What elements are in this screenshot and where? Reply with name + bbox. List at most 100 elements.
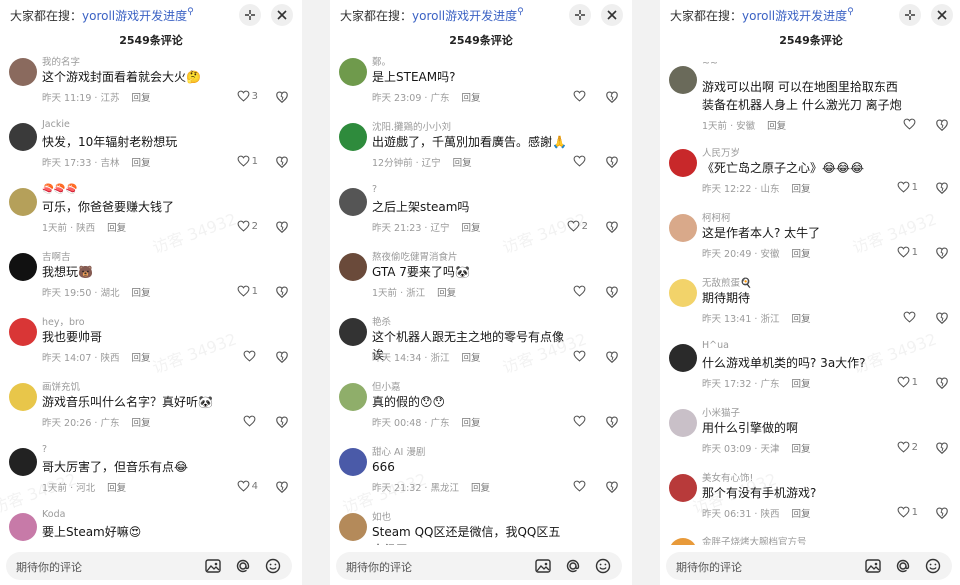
comment-username[interactable]: 无敌煎蛋🍳 [702, 275, 752, 289]
image-button[interactable] [864, 557, 882, 575]
search-query-link[interactable]: yoroll游戏开发进度 [82, 9, 187, 23]
close-button[interactable] [931, 4, 953, 26]
avatar[interactable] [9, 448, 37, 476]
comment-username[interactable]: 甜心 AI 漫剧 [372, 444, 425, 458]
search-suggestion[interactable]: 大家都在搜：yoroll游戏开发进度⚲ [340, 7, 524, 24]
dislike-button[interactable] [275, 219, 289, 234]
dislike-button[interactable] [275, 89, 289, 104]
dislike-button[interactable] [605, 284, 619, 299]
like-button[interactable] [573, 479, 588, 493]
comment-username[interactable]: 熬夜偷吃健胃消食片 [372, 249, 458, 263]
like-button[interactable] [903, 117, 918, 131]
comment-username[interactable]: 小米猫子 [702, 405, 740, 419]
like-button[interactable]: 4 [237, 479, 258, 493]
dislike-button[interactable] [605, 154, 619, 169]
reply-button[interactable]: 回复 [791, 314, 810, 325]
like-button[interactable] [243, 349, 258, 363]
reply-button[interactable]: 回复 [461, 93, 480, 104]
avatar[interactable] [9, 58, 37, 86]
avatar[interactable] [339, 253, 367, 281]
avatar[interactable] [9, 318, 37, 346]
comment-username[interactable]: 人民万岁 [702, 145, 740, 159]
reply-button[interactable]: 回复 [107, 483, 126, 494]
dislike-button[interactable] [935, 505, 949, 520]
emoji-button[interactable] [924, 557, 942, 575]
reply-button[interactable]: 回复 [767, 121, 786, 132]
like-button[interactable]: 1 [897, 180, 918, 194]
reply-button[interactable]: 回复 [471, 483, 490, 494]
close-button[interactable] [601, 4, 623, 26]
reply-button[interactable]: 回复 [461, 418, 480, 429]
dislike-button[interactable] [935, 180, 949, 195]
avatar[interactable] [669, 344, 697, 372]
reply-button[interactable]: 回复 [131, 353, 150, 364]
dislike-button[interactable] [275, 154, 289, 169]
comment-username[interactable]: H^ua [702, 340, 729, 351]
image-button[interactable] [204, 557, 222, 575]
dislike-button[interactable] [275, 479, 289, 494]
reply-button[interactable]: 回复 [437, 288, 456, 299]
avatar[interactable] [669, 409, 697, 437]
emoji-button[interactable] [594, 557, 612, 575]
search-suggestion[interactable]: 大家都在搜：yoroll游戏开发进度⚲ [670, 7, 854, 24]
reply-button[interactable]: 回复 [791, 444, 810, 455]
comment-username[interactable]: ~~ [702, 58, 718, 69]
image-button[interactable] [534, 557, 552, 575]
like-button[interactable]: 3 [237, 89, 258, 103]
comment-username[interactable]: 鄭。 [372, 54, 391, 68]
mention-button[interactable] [564, 557, 582, 575]
reply-button[interactable]: 回复 [131, 288, 150, 299]
dislike-button[interactable] [605, 349, 619, 364]
close-button[interactable] [271, 4, 293, 26]
search-suggestion-bar[interactable]: 大家都在搜：yoroll游戏开发进度⚲ [0, 0, 302, 30]
search-suggestion-bar[interactable]: 大家都在搜：yoroll游戏开发进度⚲ [660, 0, 960, 30]
avatar[interactable] [339, 188, 367, 216]
search-suggestion-bar[interactable]: 大家都在搜：yoroll游戏开发进度⚲ [330, 0, 632, 30]
mention-button[interactable] [234, 557, 252, 575]
comment-username[interactable]: 沈阳.攤鶏的小小刘 [372, 119, 451, 133]
dislike-button[interactable] [935, 310, 949, 325]
avatar[interactable] [339, 318, 367, 346]
avatar[interactable] [669, 66, 697, 94]
avatar[interactable] [669, 149, 697, 177]
reply-button[interactable]: 回复 [461, 353, 480, 364]
like-button[interactable]: 2 [897, 440, 918, 454]
dislike-button[interactable] [605, 479, 619, 494]
avatar[interactable] [339, 58, 367, 86]
comment-username[interactable]: Jackie [42, 119, 70, 130]
comment-username[interactable]: 我的名字 [42, 54, 80, 68]
dislike-button[interactable] [935, 375, 949, 390]
dislike-button[interactable] [935, 440, 949, 455]
avatar[interactable] [339, 383, 367, 411]
like-button[interactable]: 2 [237, 219, 258, 233]
avatar[interactable] [9, 383, 37, 411]
like-button[interactable]: 1 [237, 154, 258, 168]
reply-button[interactable]: 回复 [791, 379, 810, 390]
search-query-link[interactable]: yoroll游戏开发进度 [412, 9, 517, 23]
reply-button[interactable]: 回复 [131, 93, 150, 104]
reply-button[interactable]: 回复 [107, 223, 126, 234]
emoji-button[interactable] [264, 557, 282, 575]
avatar[interactable] [9, 123, 37, 151]
like-button[interactable]: 1 [897, 245, 918, 259]
collapse-button[interactable] [899, 4, 921, 26]
collapse-button[interactable] [239, 4, 261, 26]
avatar[interactable] [339, 123, 367, 151]
comment-input[interactable]: 期待你的评论 [336, 552, 622, 580]
reply-button[interactable]: 回复 [791, 249, 810, 260]
avatar[interactable] [669, 474, 697, 502]
reply-button[interactable]: 回复 [131, 418, 150, 429]
avatar[interactable] [669, 279, 697, 307]
avatar[interactable] [9, 188, 37, 216]
collapse-button[interactable] [569, 4, 591, 26]
comment-username[interactable]: 🍣🍣🍣 [42, 184, 78, 195]
comment-username[interactable]: Koda [42, 509, 65, 520]
avatar[interactable] [339, 513, 367, 541]
avatar[interactable] [9, 253, 37, 281]
dislike-button[interactable] [605, 414, 619, 429]
comment-username[interactable]: ? [372, 184, 377, 195]
comment-username[interactable]: hey，bro [42, 314, 85, 328]
like-button[interactable]: 1 [237, 284, 258, 298]
dislike-button[interactable] [935, 245, 949, 260]
comment-username[interactable]: 画饼充饥 [42, 379, 80, 393]
